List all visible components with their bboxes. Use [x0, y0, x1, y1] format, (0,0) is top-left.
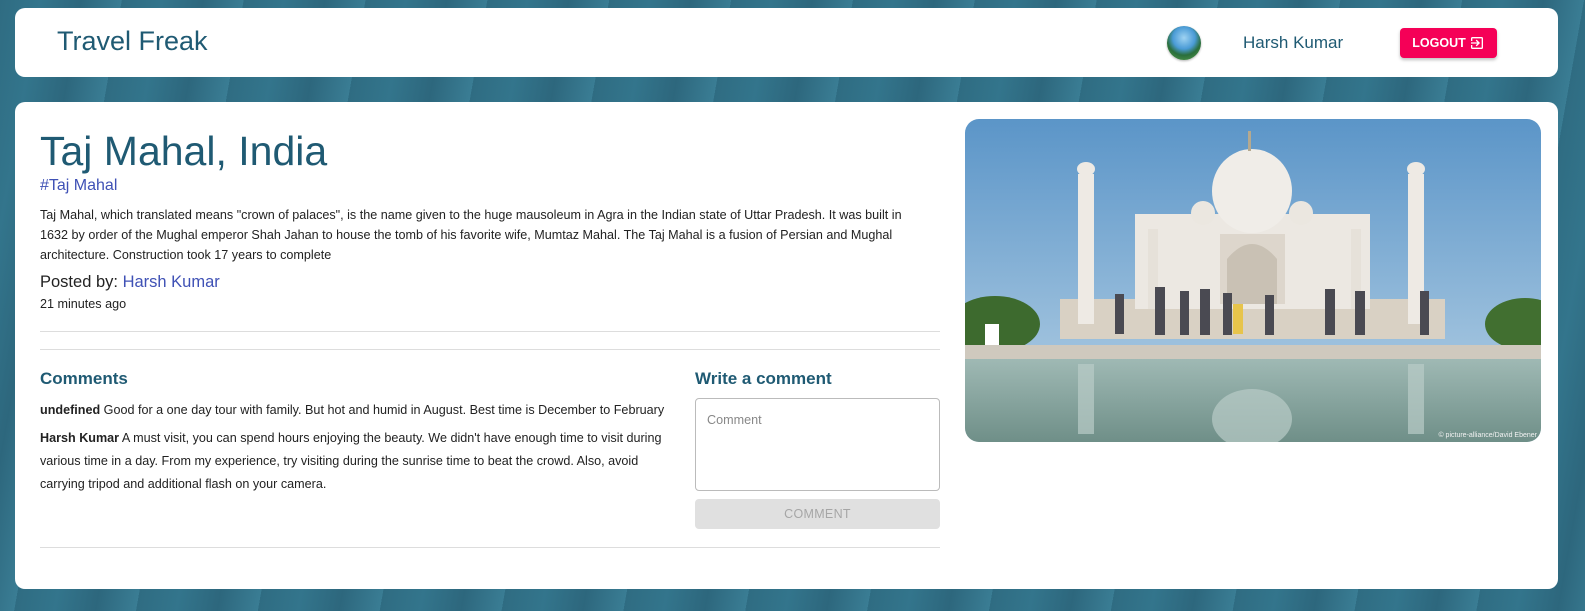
comment-author: undefined	[40, 403, 101, 417]
comments-list: undefined Good for a one day tour with f…	[40, 399, 675, 501]
post-image: © picture-alliance/David Ebener	[965, 119, 1541, 442]
avatar[interactable]	[1167, 26, 1201, 60]
post-title: Taj Mahal, India	[40, 128, 328, 174]
post-author-link[interactable]: Harsh Kumar	[123, 273, 220, 291]
app-bar: Travel Freak Harsh Kumar LOGOUT	[15, 8, 1558, 77]
logout-icon	[1470, 37, 1483, 49]
posted-by: Posted by: Harsh Kumar	[40, 273, 220, 292]
divider	[40, 331, 940, 332]
comment-text: A must visit, you can spend hours enjoyi…	[40, 431, 662, 491]
post-tag[interactable]: #Taj Mahal	[40, 177, 117, 195]
brand-title[interactable]: Travel Freak	[57, 26, 208, 57]
comment-item: Harsh Kumar A must visit, you can spend …	[40, 427, 675, 496]
posted-by-label: Posted by:	[40, 273, 118, 291]
comment-submit-button[interactable]: COMMENT	[695, 499, 940, 529]
comments-heading: Comments	[40, 369, 128, 388]
image-credit: © picture-alliance/David Ebener	[1438, 432, 1537, 439]
write-comment-heading: Write a comment	[695, 369, 832, 388]
comment-item: undefined Good for a one day tour with f…	[40, 399, 675, 422]
post-time: 21 minutes ago	[40, 297, 127, 311]
divider	[40, 547, 940, 548]
comment-text: Good for a one day tour with family. But…	[103, 403, 665, 417]
divider	[40, 349, 940, 350]
comment-author: Harsh Kumar	[40, 431, 120, 445]
logout-button[interactable]: LOGOUT	[1400, 28, 1497, 58]
logout-label: LOGOUT	[1412, 36, 1466, 50]
comment-input[interactable]	[695, 398, 940, 491]
post-card: Taj Mahal, India #Taj Mahal Taj Mahal, w…	[15, 102, 1558, 589]
user-name: Harsh Kumar	[1243, 33, 1344, 52]
post-description: Taj Mahal, which translated means "crown…	[40, 208, 902, 262]
